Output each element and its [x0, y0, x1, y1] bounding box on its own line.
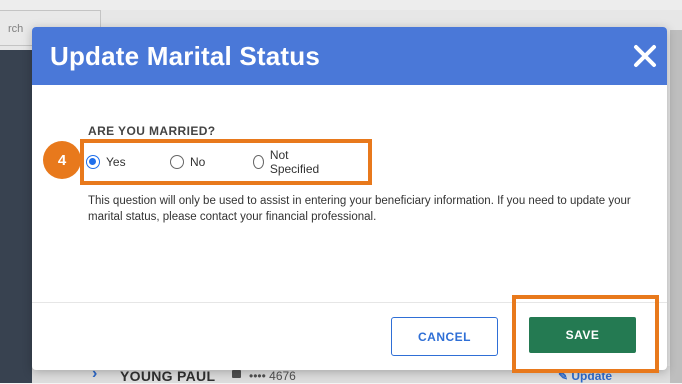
close-button[interactable] — [629, 40, 661, 72]
cancel-button[interactable]: CANCEL — [391, 317, 498, 356]
question-label: ARE YOU MARRIED? — [88, 124, 216, 138]
save-highlight-box — [512, 295, 659, 373]
dialog-header: Update Marital Status — [32, 27, 667, 85]
close-icon — [634, 45, 656, 67]
help-text: This question will only be used to assis… — [88, 195, 631, 223]
dialog-title: Update Marital Status — [50, 41, 321, 71]
step-number-badge: 4 — [43, 141, 81, 179]
radio-highlight-box — [80, 139, 372, 185]
